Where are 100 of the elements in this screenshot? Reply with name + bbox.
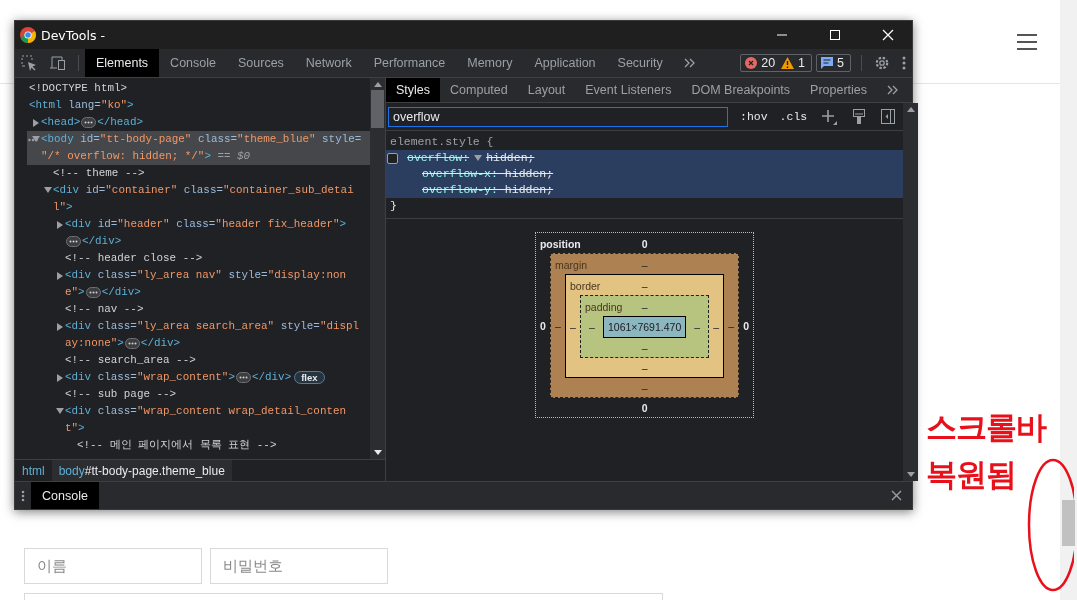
css-declaration: overflow-y: hidden; — [422, 182, 554, 198]
scrollbar[interactable] — [370, 78, 385, 459]
panel-tab[interactable]: Console — [159, 49, 227, 77]
sidebar-tab[interactable]: Styles — [386, 78, 441, 102]
panel-tab[interactable]: Performance — [362, 49, 457, 77]
tree-row[interactable]: <!-- 메인 페이지에서 목록 표현 --> — [63, 437, 370, 454]
comment-text: <!DOCTYPE html> — [29, 81, 128, 96]
tree-row[interactable]: <head> </head> — [27, 114, 370, 131]
sidebar-tab[interactable]: Computed — [440, 78, 518, 102]
breadcrumb[interactable]: body#tt-body-page.theme_blue — [51, 460, 232, 481]
collapsed-triangle-icon[interactable] — [56, 374, 64, 382]
messages-counter[interactable]: 5 — [816, 54, 851, 72]
flex-badge[interactable]: flex — [294, 371, 325, 384]
expanded-triangle-icon[interactable] — [56, 408, 64, 415]
markup-text: <html lang="ko"> — [29, 98, 134, 113]
box-value: – — [554, 320, 562, 332]
sidebar-tab[interactable]: Properties — [800, 78, 878, 102]
scrollbar-thumb[interactable] — [371, 90, 384, 128]
tree-row[interactable]: <html lang="ko"> — [15, 97, 370, 114]
sidebar-toggle-icon[interactable] — [881, 109, 896, 124]
tree-row[interactable]: <!-- search_area --> — [51, 352, 370, 369]
tree-row[interactable]: <div class="wrap_content wrap_detail_conten t"> — [51, 403, 370, 437]
toolbar-button[interactable]: :hov — [736, 110, 772, 123]
collapsed-triangle-icon[interactable] — [56, 272, 64, 280]
input-field[interactable]: 이름 — [24, 548, 202, 584]
scroll-down-icon[interactable] — [906, 472, 915, 477]
markup-text: <head> — [41, 115, 81, 130]
panel-tab[interactable]: Network — [294, 49, 363, 77]
scrollbar[interactable] — [1060, 0, 1077, 600]
paint-brush-icon[interactable] — [853, 108, 866, 125]
sidebar-tab[interactable]: Layout — [517, 78, 576, 102]
markup-text: <div id="container" class="container_sub_detai — [53, 183, 354, 198]
expanded-triangle-icon[interactable] — [44, 187, 52, 194]
tree-row[interactable]: <div class="wrap_content"> </div> flex — [51, 369, 370, 386]
box-value: – — [641, 280, 648, 292]
css-value[interactable]: hidden; — [486, 150, 535, 166]
collapsed-triangle-icon[interactable] — [32, 119, 40, 127]
more-options-icon[interactable] — [902, 56, 906, 70]
tree-row[interactable]: <body id="tt-body-page" class="theme_blue" style= "/* overflow: hidden; */"> == $0 — [27, 131, 370, 165]
box-label: border — [569, 280, 602, 292]
sidebar-tab[interactable]: DOM Breakpoints — [681, 78, 801, 102]
markup-text: <div class="ly_area nav" style="display:non — [65, 268, 347, 283]
tree-row[interactable]: <!DOCTYPE html> — [15, 80, 370, 97]
settings-icon[interactable] — [874, 55, 890, 71]
scrollbar-thumb[interactable] — [1062, 500, 1075, 546]
tree-row[interactable]: <!-- theme --> — [39, 165, 370, 182]
scroll-up-icon[interactable] — [373, 82, 382, 87]
box-label: padding — [584, 301, 624, 313]
issues-counter[interactable]: 20 1 — [740, 54, 813, 72]
box-value: – — [727, 320, 736, 332]
toolbar-button[interactable]: .cls — [775, 110, 812, 123]
tree-row[interactable]: <div class="ly_area search_area" style="displ ay:none"> </div> — [51, 318, 370, 352]
menu-icon[interactable] — [1017, 33, 1037, 50]
scroll-up-icon[interactable] — [906, 107, 915, 112]
panel-tab[interactable]: Security — [606, 49, 674, 77]
more-tabs-icon[interactable] — [887, 85, 900, 95]
more-icon[interactable] — [28, 138, 38, 142]
more-options-icon[interactable] — [21, 489, 25, 502]
message-count: 5 — [837, 56, 844, 70]
filter-field[interactable]: overflow — [388, 106, 728, 127]
inspect-icon[interactable] — [21, 55, 37, 71]
ellipsis-icon[interactable] — [235, 372, 251, 383]
tree-row[interactable]: <!-- header close --> — [51, 250, 370, 267]
maximize-icon[interactable] — [829, 29, 841, 41]
tree-row[interactable]: <div id="header" class="header fix_header"> </div> — [51, 216, 370, 250]
collapsed-triangle-icon[interactable] — [56, 221, 64, 229]
tree-row[interactable]: <!-- sub page --> — [51, 386, 370, 403]
checkbox[interactable] — [387, 152, 398, 164]
panel-tab[interactable]: Memory — [456, 49, 524, 77]
markup-text: e"> — [65, 285, 85, 300]
css-declaration[interactable]: overflow: — [407, 150, 470, 166]
drawer-tab[interactable]: Console — [31, 482, 99, 509]
expanded-triangle-icon[interactable] — [474, 154, 483, 162]
sidebar-tab[interactable]: Event Listeners — [575, 78, 682, 102]
input-field[interactable]: 비밀번호 — [210, 548, 388, 584]
panel-tab[interactable]: Elements — [85, 49, 160, 77]
box-value: 0 — [539, 319, 547, 332]
scrollbar[interactable] — [903, 103, 919, 481]
panel-tab[interactable]: Application — [523, 49, 607, 77]
expanded-triangle-icon[interactable] — [32, 136, 40, 143]
add-icon[interactable] — [821, 108, 838, 125]
collapsed-triangle-icon[interactable] — [56, 323, 64, 331]
box-value: – — [641, 361, 648, 374]
markup-text: "/* overflow: hidden; */"> == $0 — [41, 149, 251, 164]
ellipsis-icon[interactable] — [81, 117, 97, 128]
device-icon[interactable] — [49, 55, 66, 71]
tree-row[interactable]: <!-- nav --> — [51, 301, 370, 318]
panel-tab[interactable]: Sources — [227, 49, 295, 77]
annotation-text: 복원됨 — [926, 455, 1017, 494]
more-tabs-icon[interactable] — [683, 58, 696, 68]
scroll-down-icon[interactable] — [373, 450, 382, 455]
box-value: – — [712, 320, 721, 333]
box-value: – — [588, 321, 596, 333]
tree-row[interactable]: <div id="container" class="container_sub_detai l"> — [39, 182, 370, 216]
breadcrumb[interactable]: html — [15, 460, 52, 481]
ellipsis-icon[interactable] — [85, 287, 101, 298]
ellipsis-icon[interactable] — [66, 236, 81, 247]
markup-text: </div> — [101, 285, 141, 300]
tree-row[interactable]: <div class="ly_area nav" style="display:non e"> </div> — [51, 267, 370, 301]
ellipsis-icon[interactable] — [124, 338, 140, 349]
